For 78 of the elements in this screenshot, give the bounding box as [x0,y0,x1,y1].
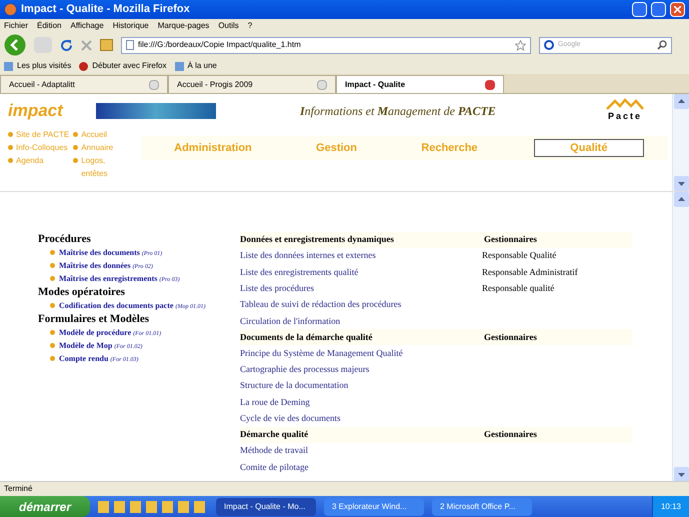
document-link[interactable]: Méthode de travail [240,444,482,458]
column-heading: Gestionnaires [484,428,537,442]
table-heading: Démarche qualité [240,428,310,442]
bullet-icon [8,132,13,137]
window-title: Impact - Qualite - Mozilla Firefox [21,2,191,18]
taskbar-window[interactable]: 3 Explorateur Wind... [324,498,424,516]
bullet-icon [50,343,55,348]
menu-item[interactable]: Historique [112,20,149,32]
bullet-icon [50,250,55,255]
impact-logo: impact [8,100,64,122]
document-link[interactable]: La roue de Deming [240,396,482,410]
bullet-icon [50,303,55,308]
taskbar-window[interactable]: 2 Microsoft Office P... [432,498,532,516]
bullet-icon [50,330,55,335]
group-heading: Formulaires et Modèles [38,312,150,326]
tab[interactable]: Impact - Qualite [336,75,504,93]
status-text: Terminé [4,483,32,495]
tab[interactable]: Accueil - Progis 2009 [168,75,336,93]
reload-icon[interactable] [60,38,73,52]
minimize-button[interactable] [632,2,647,17]
menu-item[interactable]: Fichier [4,20,28,32]
bullet-icon [50,263,55,268]
bookmark[interactable]: Débuter avec Firefox [79,60,167,72]
bullet-icon [73,132,78,137]
document-link[interactable]: Cycle de vie des documents [240,412,482,426]
document-link[interactable]: Circulation de l'information [240,314,482,328]
search-icon[interactable] [657,40,667,50]
document-link[interactable]: Comite de pilotage [240,460,482,474]
menu-item[interactable]: Affichage [70,20,104,32]
menu-item[interactable]: Outils [218,20,239,32]
scroll-down-icon[interactable] [674,467,688,482]
taskbar-window[interactable]: Impact - Qualite - Mo... [216,498,316,516]
group-heading: Modes opératoires [38,285,126,299]
menu-item[interactable]: Édition [37,20,62,32]
clock: 10:13 [660,500,681,512]
menu-item[interactable]: Marque-pages [158,20,210,32]
column-heading: Gestionnaires [484,330,537,344]
document-link[interactable]: Liste des enregistrements qualité [240,266,482,280]
column-heading: Gestionnaires [484,233,537,246]
browser-icon [4,3,17,16]
bullet-icon [8,158,13,163]
document-link[interactable]: Structure de la documentation [240,379,482,393]
scrollbar[interactable] [672,192,689,482]
bullet-icon [50,276,55,281]
scrollbar[interactable] [672,94,689,191]
bullet-icon [50,356,55,361]
star-icon[interactable] [515,40,526,50]
bookmark[interactable]: À la une [174,60,217,72]
back-icon[interactable] [4,34,26,56]
document-link[interactable]: Cartographie des processus majeurs [240,363,482,377]
table-heading: Données et enregistrements dynamiques [240,233,395,246]
scroll-up-icon[interactable] [674,192,688,207]
site-tagline: Informations et Management de PACTE [300,103,496,120]
manager-cell-text: Responsable Qualité [482,249,556,262]
start-button[interactable]: démarrer [0,496,90,517]
document-link[interactable]: Liste des données internes et externes [240,249,482,263]
address-field[interactable]: file:///G:/bordeaux/Copie Impact/qualite_1.htm [121,36,531,54]
group-heading: Procédures [38,232,92,246]
manager-cell-text: Responsable qualité [482,282,554,295]
bullet-icon [73,158,78,163]
scroll-down-icon[interactable] [674,176,688,191]
document-link[interactable]: Tableau de suivi de rédaction des procédures [240,298,482,312]
document-link[interactable]: Principe du Système de Management Qualité [240,346,482,360]
bullet-icon [73,145,78,150]
menu-item[interactable]: ? [248,20,252,32]
quick-launch-icons[interactable] [98,500,208,512]
scroll-up-icon[interactable] [674,94,688,109]
manager-cell-text: Responsable Administratif [482,266,578,279]
bookmark[interactable]: Les plus visités [4,60,72,72]
page-icon [126,40,134,50]
bullet-icon [8,145,13,150]
maximize-button[interactable] [651,2,666,17]
table-heading: Documents de la démarche qualité [240,330,374,344]
close-icon [674,6,681,13]
pacte-logo: Pacte [606,98,644,124]
document-link[interactable]: Liste des procédures [240,282,482,296]
close-button[interactable] [670,2,685,17]
tab[interactable]: Accueil - Adaptalitt [0,75,168,93]
